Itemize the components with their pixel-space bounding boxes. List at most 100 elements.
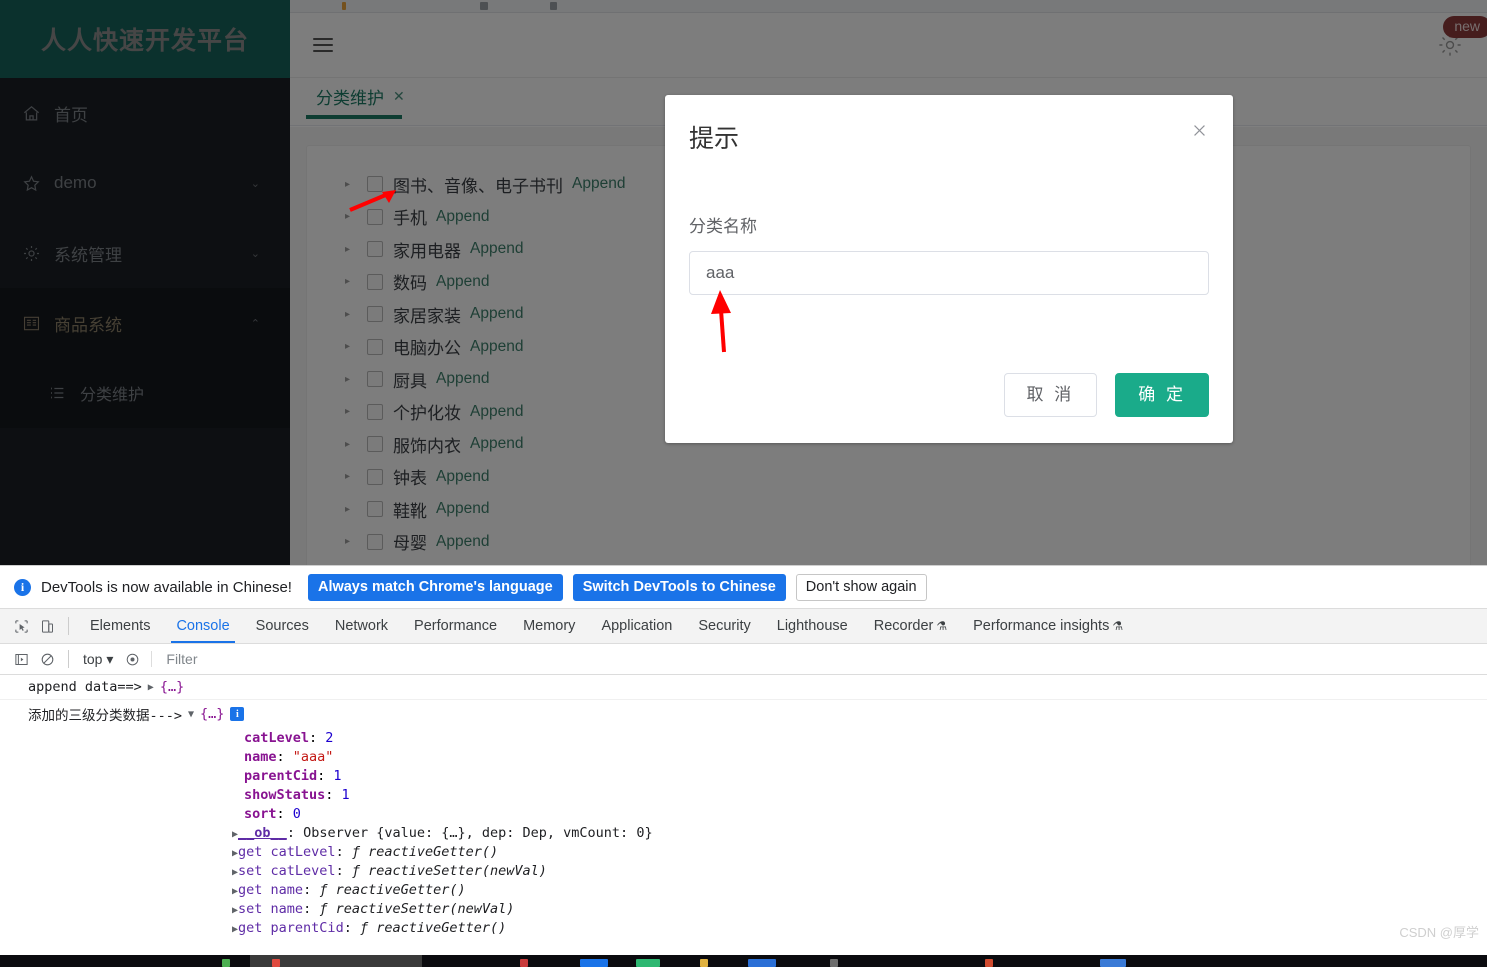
property-value: 0 (292, 805, 301, 822)
accessor-value: ƒ reactiveSetter(newVal) (319, 900, 515, 917)
object-property: name: "aaa" (0, 747, 1487, 766)
object-accessors: ▶__ob__: Observer {value: {…}, dep: Dep,… (0, 823, 1487, 937)
tab-label: Performance insights (973, 618, 1110, 634)
accessor-separator: : (335, 862, 352, 879)
tab-label: Application (601, 618, 673, 634)
object-property: catLevel: 2 (0, 728, 1487, 747)
devtools-tabbar: Elements Console Sources Network Performance… (0, 609, 1487, 644)
object-property: sort: 0 (0, 804, 1487, 823)
taskbar-icon[interactable] (748, 959, 776, 967)
property-value: 1 (333, 767, 342, 784)
divider (68, 617, 69, 635)
context-selector[interactable]: top ▾ (77, 651, 119, 668)
context-label: top (83, 650, 103, 667)
devtools-tab-recorder[interactable]: Recorder ⚗ (861, 609, 960, 643)
banner-message: DevTools is now available in Chinese! (41, 578, 292, 596)
devtools-tab-performance[interactable]: Performance (401, 609, 510, 643)
accessor-key: get parentCid (238, 919, 344, 936)
taskbar-icon[interactable] (1100, 959, 1126, 967)
object-property: showStatus: 1 (0, 785, 1487, 804)
devtools-tab-console[interactable]: Console (163, 609, 242, 643)
dialog-actions: 取 消 确 定 (1003, 373, 1209, 417)
accessor-key: get catLevel (238, 843, 336, 860)
collapse-triangle-icon[interactable]: ▼ (188, 709, 194, 720)
log-message: append data==> (28, 679, 142, 695)
filter-input[interactable]: Filter (151, 651, 198, 667)
live-expression-icon[interactable] (119, 646, 145, 672)
inspect-element-icon[interactable] (8, 613, 34, 639)
accessor-value: ƒ reactiveGetter() (359, 919, 507, 936)
devtools-tab-lighthouse[interactable]: Lighthouse (764, 609, 861, 643)
devtools-tab-elements[interactable]: Elements (77, 609, 163, 643)
property-key: showStatus (244, 786, 326, 803)
watermark: CSDN @厚学 (1399, 925, 1479, 940)
accessor-key: set name (238, 900, 304, 917)
tab-label: Console (176, 618, 230, 634)
accessor-key: set catLevel (238, 862, 336, 879)
tab-label: Memory (523, 618, 576, 634)
expand-triangle-icon[interactable]: ▶ (148, 682, 154, 693)
console-filterbar: top ▾ Filter (0, 644, 1487, 675)
switch-to-chinese-button[interactable]: Switch DevTools to Chinese (572, 573, 786, 601)
taskbar-icon[interactable] (985, 959, 993, 967)
object-accessor[interactable]: ▶get catLevel: ƒ reactiveGetter() (0, 842, 1487, 861)
tab-label: Lighthouse (776, 618, 848, 634)
object-accessor[interactable]: ▶set name: ƒ reactiveSetter(newVal) (0, 899, 1487, 918)
devtools-tab-sources[interactable]: Sources (243, 609, 322, 643)
taskbar-icon[interactable] (520, 959, 528, 967)
dont-show-again-button[interactable]: Don't show again (795, 573, 927, 601)
property-value: 1 (341, 786, 350, 803)
log-entry[interactable]: append data==> ▶ {…} (0, 675, 1487, 700)
property-separator: : (309, 729, 326, 746)
close-icon[interactable] (1187, 121, 1211, 145)
clear-console-icon[interactable] (34, 646, 60, 672)
property-separator: : (325, 786, 342, 803)
log-entry[interactable]: 添加的三级分类数据---> ▼ {…} i (0, 700, 1487, 728)
tab-label: Sources (255, 618, 309, 634)
divider (68, 650, 69, 668)
property-separator: : (276, 748, 293, 765)
taskbar-icon[interactable] (580, 959, 608, 967)
property-value: "aaa" (292, 748, 334, 765)
prompt-dialog: 提示 分类名称 取 消 确 定 (665, 95, 1233, 443)
accessor-key: get name (238, 881, 304, 898)
devtools-panel: i DevTools is now available in Chinese! … (0, 565, 1487, 955)
devtools-language-banner: i DevTools is now available in Chinese! … (0, 566, 1487, 609)
accessor-value: ƒ reactiveSetter(newVal) (351, 862, 547, 879)
tab-label: Elements (90, 618, 151, 634)
device-toolbar-icon[interactable] (34, 613, 60, 639)
object-preview[interactable]: {…} (200, 706, 224, 722)
always-match-language-button[interactable]: Always match Chrome's language (307, 573, 563, 601)
object-accessor[interactable]: ▶get parentCid: ƒ reactiveGetter() (0, 918, 1487, 937)
taskbar-icon[interactable] (272, 959, 280, 967)
devtools-tab-performance-insights[interactable]: Performance insights ⚗ (960, 609, 1136, 643)
devtools-tab-application[interactable]: Application (588, 609, 685, 643)
taskbar-icon[interactable] (222, 959, 230, 967)
devtools-tab-network[interactable]: Network (322, 609, 401, 643)
object-accessor[interactable]: ▶get name: ƒ reactiveGetter() (0, 880, 1487, 899)
taskbar-icon[interactable] (636, 959, 660, 967)
accessor-separator: : (303, 881, 320, 898)
devtools-tab-security[interactable]: Security (685, 609, 763, 643)
property-separator: : (276, 805, 293, 822)
console-output: append data==> ▶ {…} 添加的三级分类数据---> ▼ {…}… (0, 675, 1487, 937)
object-accessor[interactable]: ▶__ob__: Observer {value: {…}, dep: Dep,… (0, 823, 1487, 842)
info-badge-icon[interactable]: i (230, 707, 245, 721)
object-properties: catLevel: 2 name: "aaa" parentCid: 1 showSt… (0, 728, 1487, 823)
confirm-button[interactable]: 确 定 (1115, 373, 1209, 417)
accessor-value: Observer {value: {…}, dep: Dep, vmCount:… (303, 824, 653, 841)
execute-icon[interactable] (8, 646, 34, 672)
os-taskbar (0, 955, 1487, 967)
category-name-input[interactable] (689, 251, 1209, 295)
cancel-button[interactable]: 取 消 (1003, 373, 1098, 417)
object-preview[interactable]: {…} (160, 679, 184, 695)
tab-label: Network (334, 618, 389, 634)
property-key: sort (244, 805, 277, 822)
dialog-title: 提示 (689, 125, 740, 153)
property-key: name (244, 748, 277, 765)
taskbar-icon[interactable] (700, 959, 708, 967)
tab-label: Recorder (873, 618, 934, 634)
devtools-tab-memory[interactable]: Memory (510, 609, 588, 643)
taskbar-icon[interactable] (830, 959, 838, 967)
object-accessor[interactable]: ▶set catLevel: ƒ reactiveSetter(newVal) (0, 861, 1487, 880)
